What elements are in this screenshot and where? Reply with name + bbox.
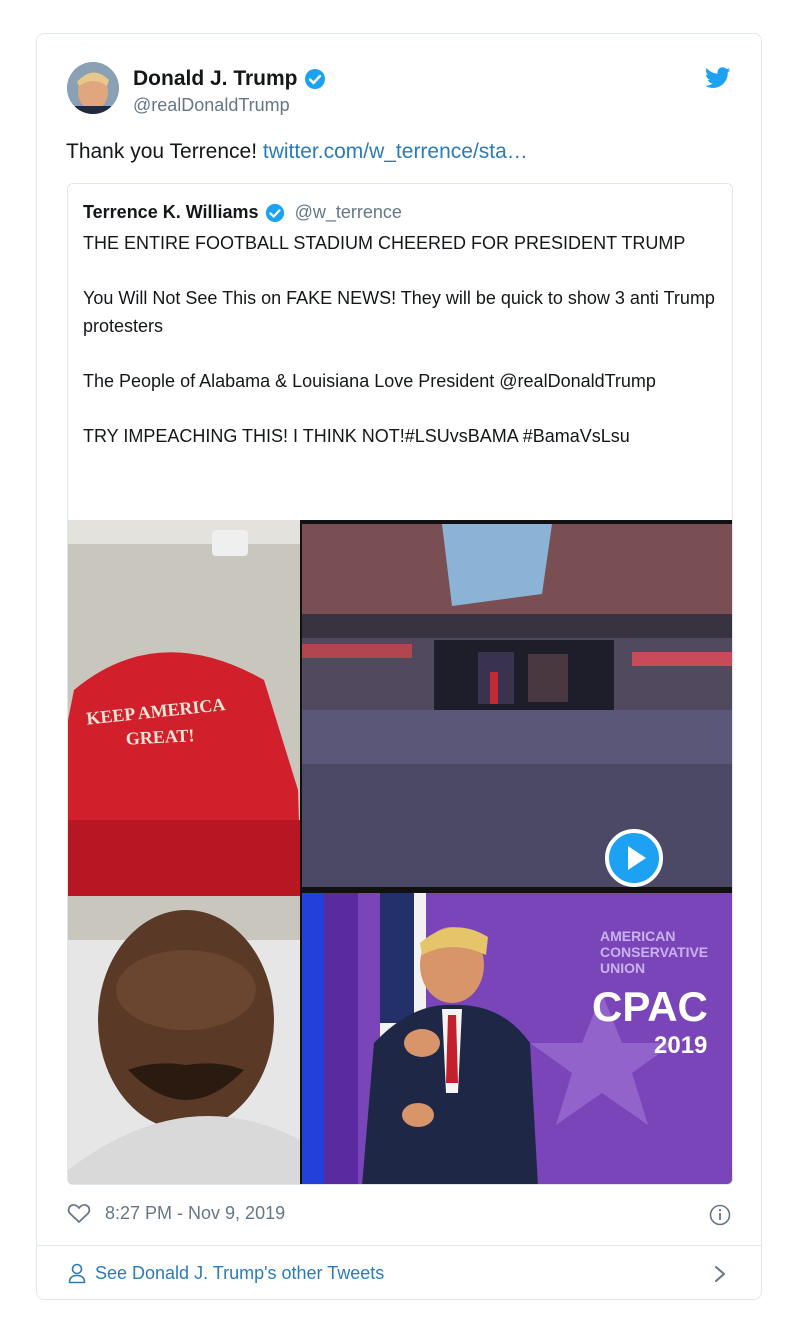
quoted-tweet-text: THE ENTIRE FOOTBALL STADIUM CHEERED FOR …: [83, 229, 723, 477]
quoted-paragraph: THE ENTIRE FOOTBALL STADIUM CHEERED FOR …: [83, 233, 686, 253]
video-thumbnail-cpac: AMERICAN CONSERVATIVE UNION CPAC 2019: [302, 893, 732, 1184]
cpac-org-line3: UNION: [600, 960, 645, 976]
tweet-meta: 8:27 PM - Nov 9, 2019: [67, 1202, 285, 1224]
verified-badge-icon: [265, 203, 284, 222]
info-icon[interactable]: [709, 1204, 731, 1226]
author-avatar[interactable]: [67, 62, 119, 114]
video-thumbnail-left: KEEP AMERICA GREAT!: [68, 520, 300, 1184]
quoted-paragraph: You Will Not See This on FAKE NEWS! They…: [83, 288, 715, 336]
hat-text-line2: GREAT!: [125, 725, 195, 749]
chevron-right-icon[interactable]: [713, 1264, 727, 1284]
tweet-link[interactable]: twitter.com/w_terrence/sta…: [263, 140, 528, 163]
footer-divider: [37, 1245, 761, 1246]
twitter-bird-icon[interactable]: [705, 67, 731, 89]
author-name-text[interactable]: Donald J. Trump: [133, 67, 298, 91]
play-button-icon[interactable]: [605, 829, 663, 887]
quoted-author-handle[interactable]: @w_terrence: [295, 202, 402, 223]
author-name[interactable]: Donald J. Trump: [133, 67, 326, 91]
tweet-text: Thank you Terrence! twitter.com/w_terren…: [66, 140, 528, 164]
embedded-tweet-card: Donald J. Trump @realDonaldTrump Thank y…: [36, 33, 762, 1300]
heart-icon[interactable]: [67, 1202, 91, 1224]
quoted-tweet-header: Terrence K. Williams @w_terrence: [83, 202, 402, 223]
person-icon: [68, 1263, 86, 1284]
see-other-tweets-label[interactable]: See Donald J. Trump's other Tweets: [95, 1263, 384, 1284]
cpac-org-line2: CONSERVATIVE: [600, 944, 708, 960]
video-thumbnail-stadium: [302, 524, 732, 887]
cpac-year: 2019: [654, 1032, 707, 1059]
tweet-timestamp[interactable]: 8:27 PM - Nov 9, 2019: [105, 1203, 285, 1224]
author-handle[interactable]: @realDonaldTrump: [133, 95, 290, 116]
verified-badge-icon: [304, 69, 325, 89]
quoted-paragraph: TRY IMPEACHING THIS! I THINK NOT!#LSUvsB…: [83, 426, 630, 446]
quoted-video-media[interactable]: KEEP AMERICA GREAT! AMERICAN CONSERVATIV…: [68, 520, 732, 1184]
tweet-body: Thank you Terrence!: [66, 140, 263, 163]
see-other-tweets-link[interactable]: See Donald J. Trump's other Tweets: [67, 1262, 384, 1284]
quoted-paragraph: The People of Alabama & Louisiana Love P…: [83, 371, 656, 391]
cpac-logo: CPAC: [592, 983, 708, 1030]
quoted-author-name[interactable]: Terrence K. Williams: [83, 202, 259, 223]
quoted-tweet[interactable]: Terrence K. Williams @w_terrence THE ENT…: [67, 183, 733, 1185]
cpac-org-line1: AMERICAN: [600, 928, 675, 944]
